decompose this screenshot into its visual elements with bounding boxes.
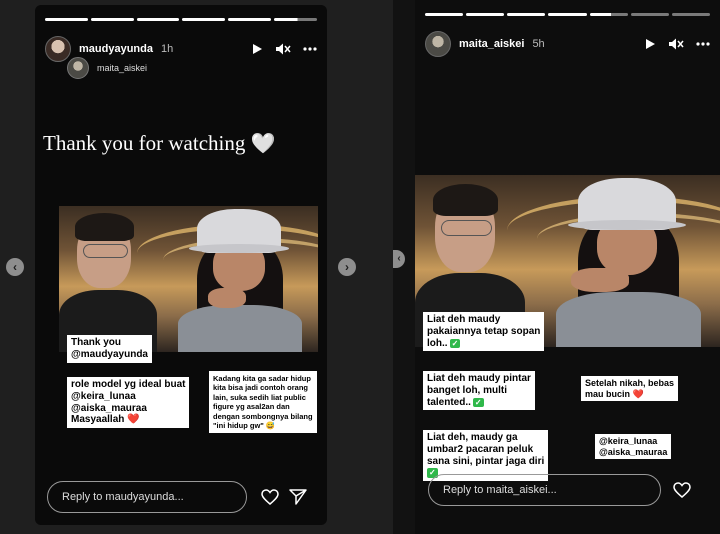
- story-progress-bar: [45, 18, 317, 21]
- caption-line: role model yg ideal buat: [71, 379, 186, 390]
- caption-line: Liat deh, maudy ga: [427, 432, 518, 443]
- white-heart-emoji: 🤍: [250, 133, 276, 155]
- check-emoji: ✓: [449, 338, 461, 349]
- story-video[interactable]: [59, 206, 318, 352]
- caption-thank-you: Thank you @maudyayunda: [67, 335, 152, 363]
- heart-icon[interactable]: [672, 480, 692, 500]
- woman-figure: [173, 206, 308, 352]
- caption-line: Liat deh maudy: [427, 314, 501, 325]
- avatar: [67, 57, 89, 79]
- progress-segment: [466, 13, 505, 16]
- screen: ‹ › maudyayunda 1h maita_aiskei Thank yo…: [0, 0, 720, 534]
- caption-line: Masyaallah ❤️: [71, 414, 140, 426]
- post-time: 1h: [160, 43, 174, 55]
- progress-segment-current: [274, 18, 317, 21]
- man-figure: [59, 213, 158, 352]
- caption-line: talented..: [427, 396, 471, 408]
- progress-segment: [671, 13, 710, 16]
- caption-line: @aiska_mauraa: [71, 402, 147, 414]
- progress-segment: [182, 18, 226, 21]
- reply-placeholder: Reply to maita_aiskei...: [443, 484, 557, 496]
- more-icon[interactable]: [696, 42, 710, 46]
- heart-icon[interactable]: [260, 487, 280, 507]
- caption-line: mau bucin ❤️: [585, 388, 644, 399]
- progress-segment: [228, 18, 272, 21]
- caption-line: Liat deh maudy pintar: [427, 373, 531, 384]
- reshared-from[interactable]: maita_aiskei: [67, 57, 147, 79]
- reply-placeholder: Reply to maudyayunda...: [62, 491, 184, 503]
- caption-line: Setelah nikah, bebas: [585, 378, 675, 388]
- reply-input[interactable]: Reply to maudyayunda...: [47, 481, 247, 513]
- reply-input[interactable]: Reply to maita_aiskei...: [428, 474, 661, 506]
- caption-line: Kadang kita ga sadar hidup kita bisa jad…: [213, 374, 313, 430]
- progress-segment: [45, 18, 88, 21]
- caption-mentions: @keira_lunaa @aiska_mauraa: [595, 434, 672, 460]
- caption-line: @keira_lunaa: [599, 436, 658, 446]
- reshared-username: maita_aiskei: [97, 63, 148, 73]
- send-icon[interactable]: [288, 487, 308, 507]
- caption-line: loh..: [427, 337, 448, 349]
- next-story-button[interactable]: ›: [338, 258, 356, 276]
- progress-segment-current: [589, 13, 628, 16]
- avatar[interactable]: [425, 31, 451, 57]
- overlay-text: Thank you for watching: [43, 131, 246, 155]
- caption-talented: Liat deh maudy pintar banget loh, multi …: [423, 371, 535, 411]
- caption-line: umbar2 pacaran peluk: [427, 443, 534, 455]
- right-panel: ‹ maita_aiskei 5h Liat deh maudy pakaian…: [393, 0, 720, 534]
- check-emoji: ✓: [472, 397, 484, 408]
- caption-line: @aiska_mauraa: [599, 446, 668, 457]
- story-progress-bar: [425, 13, 710, 16]
- chevron-left-icon: ‹: [397, 253, 401, 264]
- more-icon[interactable]: [303, 47, 317, 51]
- progress-segment: [548, 13, 587, 16]
- mute-icon[interactable]: [668, 37, 684, 51]
- caption-bucin: Setelah nikah, bebas mau bucin ❤️: [581, 376, 679, 402]
- left-panel: ‹ › maudyayunda 1h maita_aiskei Thank yo…: [0, 0, 393, 534]
- progress-segment: [630, 13, 669, 16]
- story-viewer-left[interactable]: maudyayunda 1h maita_aiskei Thank you fo…: [35, 5, 327, 525]
- story-viewer-right[interactable]: maita_aiskei 5h Liat deh maudy pakaianny…: [415, 0, 720, 534]
- progress-segment: [136, 18, 180, 21]
- caption-line: pakaiannya tetap sopan: [427, 325, 541, 337]
- caption-line: banget loh, multi: [427, 384, 507, 396]
- progress-segment: [425, 13, 464, 16]
- caption-line: Thank you: [71, 337, 122, 348]
- story-header: maita_aiskei 5h: [425, 30, 710, 58]
- caption-line: sana sini, pintar jaga diri: [427, 455, 545, 467]
- caption-line: @maudyayunda: [71, 348, 148, 360]
- previous-story-button[interactable]: ‹: [6, 258, 24, 276]
- caption-role-model: role model yg ideal buat @keira_lunaa @a…: [67, 377, 190, 429]
- chevron-left-icon: ‹: [13, 260, 17, 274]
- username[interactable]: maita_aiskei: [459, 38, 524, 50]
- woman-figure: [549, 175, 708, 347]
- progress-segment: [90, 18, 134, 21]
- chevron-right-icon: ›: [345, 260, 349, 274]
- caption-sopan: Liat deh maudy pakaiannya tetap sopan lo…: [423, 312, 545, 352]
- progress-segment: [507, 13, 546, 16]
- caption-note: Kadang kita ga sadar hidup kita bisa jad…: [209, 371, 317, 434]
- previous-story-button[interactable]: ‹: [393, 250, 405, 268]
- post-time: 5h: [532, 38, 545, 50]
- caption-line: @keira_lunaa: [71, 390, 136, 402]
- story-overlay-text: Thank you for watching 🤍: [43, 131, 319, 156]
- username[interactable]: maudyayunda: [79, 43, 153, 55]
- play-icon[interactable]: [251, 43, 263, 55]
- play-icon[interactable]: [644, 38, 656, 50]
- mute-icon[interactable]: [275, 42, 291, 56]
